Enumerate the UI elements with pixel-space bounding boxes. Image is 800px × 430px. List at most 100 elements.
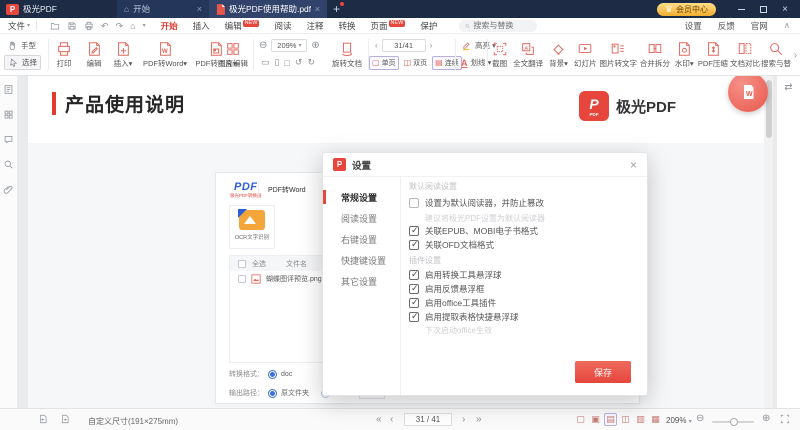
watermark-button[interactable]: 水印▾ [672,36,697,74]
menu-item-edit[interactable]: 编辑NEW [225,20,260,32]
fullscreen-icon[interactable] [780,414,790,424]
double-page-button[interactable]: ◫双页 [401,56,431,70]
rotate-right-icon[interactable]: ↻ [307,57,315,68]
insert-button[interactable]: 插入▾ [108,36,138,74]
pdf-compress-button[interactable]: PDF压缩 [697,36,729,74]
website-link[interactable]: 官网 [751,20,768,32]
checkbox[interactable] [409,284,419,294]
dialog-nav-rightclick[interactable]: 右键设置 [323,229,400,250]
select-tool-button[interactable]: 选择 [4,55,41,70]
save-icon[interactable] [67,21,77,31]
dialog-nav-reading[interactable]: 阅读设置 [323,208,400,229]
page-indicator[interactable]: 31/41 [382,39,426,52]
close-button[interactable]: × [774,0,796,18]
option-default-reader[interactable]: 设置为默认阅读器，并防止篡改 [409,197,544,209]
checkbox[interactable] [409,298,419,308]
option-office-plugin[interactable]: 启用office工具插件 [409,297,496,309]
background-button[interactable]: 背景▾ [545,36,572,74]
view-continuous-icon[interactable]: ▤ [604,413,617,426]
zoom-out-icon[interactable]: ⊖ [259,41,267,51]
close-tab-icon[interactable]: × [315,4,320,14]
search-replace-button[interactable]: 搜索与替 [761,36,791,74]
checkbox[interactable] [409,270,419,280]
menu-item-protect[interactable]: 保护 [420,20,437,32]
rotate-left-icon[interactable]: ↺ [295,57,303,68]
first-page-icon[interactable]: « [376,414,382,426]
menu-item-home[interactable]: 开始 [161,20,178,32]
menu-item-convert[interactable]: 转换 [339,20,356,32]
zoom-slider[interactable] [712,421,754,423]
page-edit-button[interactable]: 页面编辑 [213,36,253,74]
single-page-button[interactable]: ▢单页 [369,56,399,70]
previous-page-icon[interactable]: ‹ [390,414,393,426]
menu-item-insert[interactable]: 插入 [193,20,210,32]
search-input[interactable] [473,21,531,30]
zoom-slider-knob[interactable] [730,418,738,426]
dialog-nav-other[interactable]: 其它设置 [323,271,400,292]
next-page-size-icon[interactable] [60,414,70,424]
last-page-icon[interactable]: » [476,414,482,426]
print-button[interactable]: 打印 [50,36,78,74]
save-button[interactable]: 保存 [575,361,631,383]
attachment-panel-icon[interactable] [3,184,14,195]
pan-settings-icon[interactable]: ⇄ [784,82,792,93]
option-ofd[interactable]: 关联OFD文档格式 [409,239,494,251]
slideshow-button[interactable]: 幻灯片 [572,36,599,74]
maximize-button[interactable] [752,0,774,18]
zoom-level-select[interactable]: 209%▾ [271,39,307,52]
view-book-icon[interactable]: ▦ [649,413,662,426]
checkbox[interactable] [409,240,419,250]
image-to-text-button[interactable]: 图片转文字 [599,36,638,74]
feedback-link[interactable]: 反馈 [718,20,735,32]
checkbox[interactable] [409,226,419,236]
actual-size-icon[interactable]: □ [284,58,289,68]
comments-panel-icon[interactable] [3,134,14,145]
menu-item-read[interactable]: 阅读 [274,20,291,32]
settings-link[interactable]: 设置 [685,20,702,32]
search-box[interactable] [459,20,537,32]
search-panel-icon[interactable] [3,159,14,170]
checkbox[interactable] [409,198,419,208]
member-center-button[interactable]: ♛ 会员中心 [657,3,716,16]
checkbox[interactable] [409,312,419,322]
home-icon[interactable]: ⌂ [130,21,135,31]
view-single-icon[interactable]: ▢ [574,413,587,426]
zoom-in-icon[interactable]: ⊕ [762,414,770,424]
previous-page-icon[interactable]: ‹ [375,41,378,51]
tab-home[interactable]: ⌂ 开始 × [117,0,209,18]
rotate-document-button[interactable]: 旋转文档 [328,36,366,74]
page-number-input[interactable] [404,413,452,426]
redo-icon[interactable]: ↷ [116,21,124,31]
option-feedback-float[interactable]: 启用反馈悬浮框 [409,283,485,295]
zoom-in-icon[interactable]: ⊕ [311,41,319,51]
view-single-continuous-icon[interactable]: ▣ [589,413,602,426]
dialog-header[interactable]: P 设置 × [323,153,647,177]
prev-page-size-icon[interactable] [38,414,48,424]
print-icon[interactable] [84,21,94,31]
file-menu[interactable]: 文件▾ [8,20,30,32]
minimize-button[interactable] [730,0,752,18]
fit-width-icon[interactable]: ▯ [275,57,280,68]
new-tab-button[interactable]: + [333,4,340,14]
next-page-icon[interactable]: › [430,41,433,51]
merge-split-button[interactable]: 合并拆分 [638,36,672,74]
zoom-level-select[interactable]: 209% ▾ [666,416,692,425]
next-page-icon[interactable]: › [462,414,465,426]
chevron-down-icon[interactable]: ▾ [143,21,146,31]
translate-button[interactable]: A 全文翻译 [511,36,545,74]
fit-page-icon[interactable]: ▭ [261,57,270,68]
screenshot-button[interactable]: 截图 [488,36,511,74]
thumbnails-panel-icon[interactable] [3,109,14,120]
doc-compare-button[interactable]: 文档对比 [729,36,761,74]
menu-item-page[interactable]: 页面NEW [371,20,406,32]
dialog-nav-shortcuts[interactable]: 快捷键设置 [323,250,400,271]
zoom-out-icon[interactable]: ⊖ [696,414,704,424]
undo-icon[interactable]: ↶ [101,21,109,31]
collapse-ribbon-icon[interactable]: ∧ [784,20,790,31]
option-table-extract[interactable]: 启用提取表格快捷悬浮球 [409,311,519,323]
close-tab-icon[interactable]: × [197,4,202,14]
tab-document[interactable]: 极光PDF使用帮助.pdf × [209,0,327,18]
edit-button[interactable]: 编辑 [80,36,108,74]
open-folder-icon[interactable] [50,21,60,31]
outline-panel-icon[interactable] [3,84,14,95]
